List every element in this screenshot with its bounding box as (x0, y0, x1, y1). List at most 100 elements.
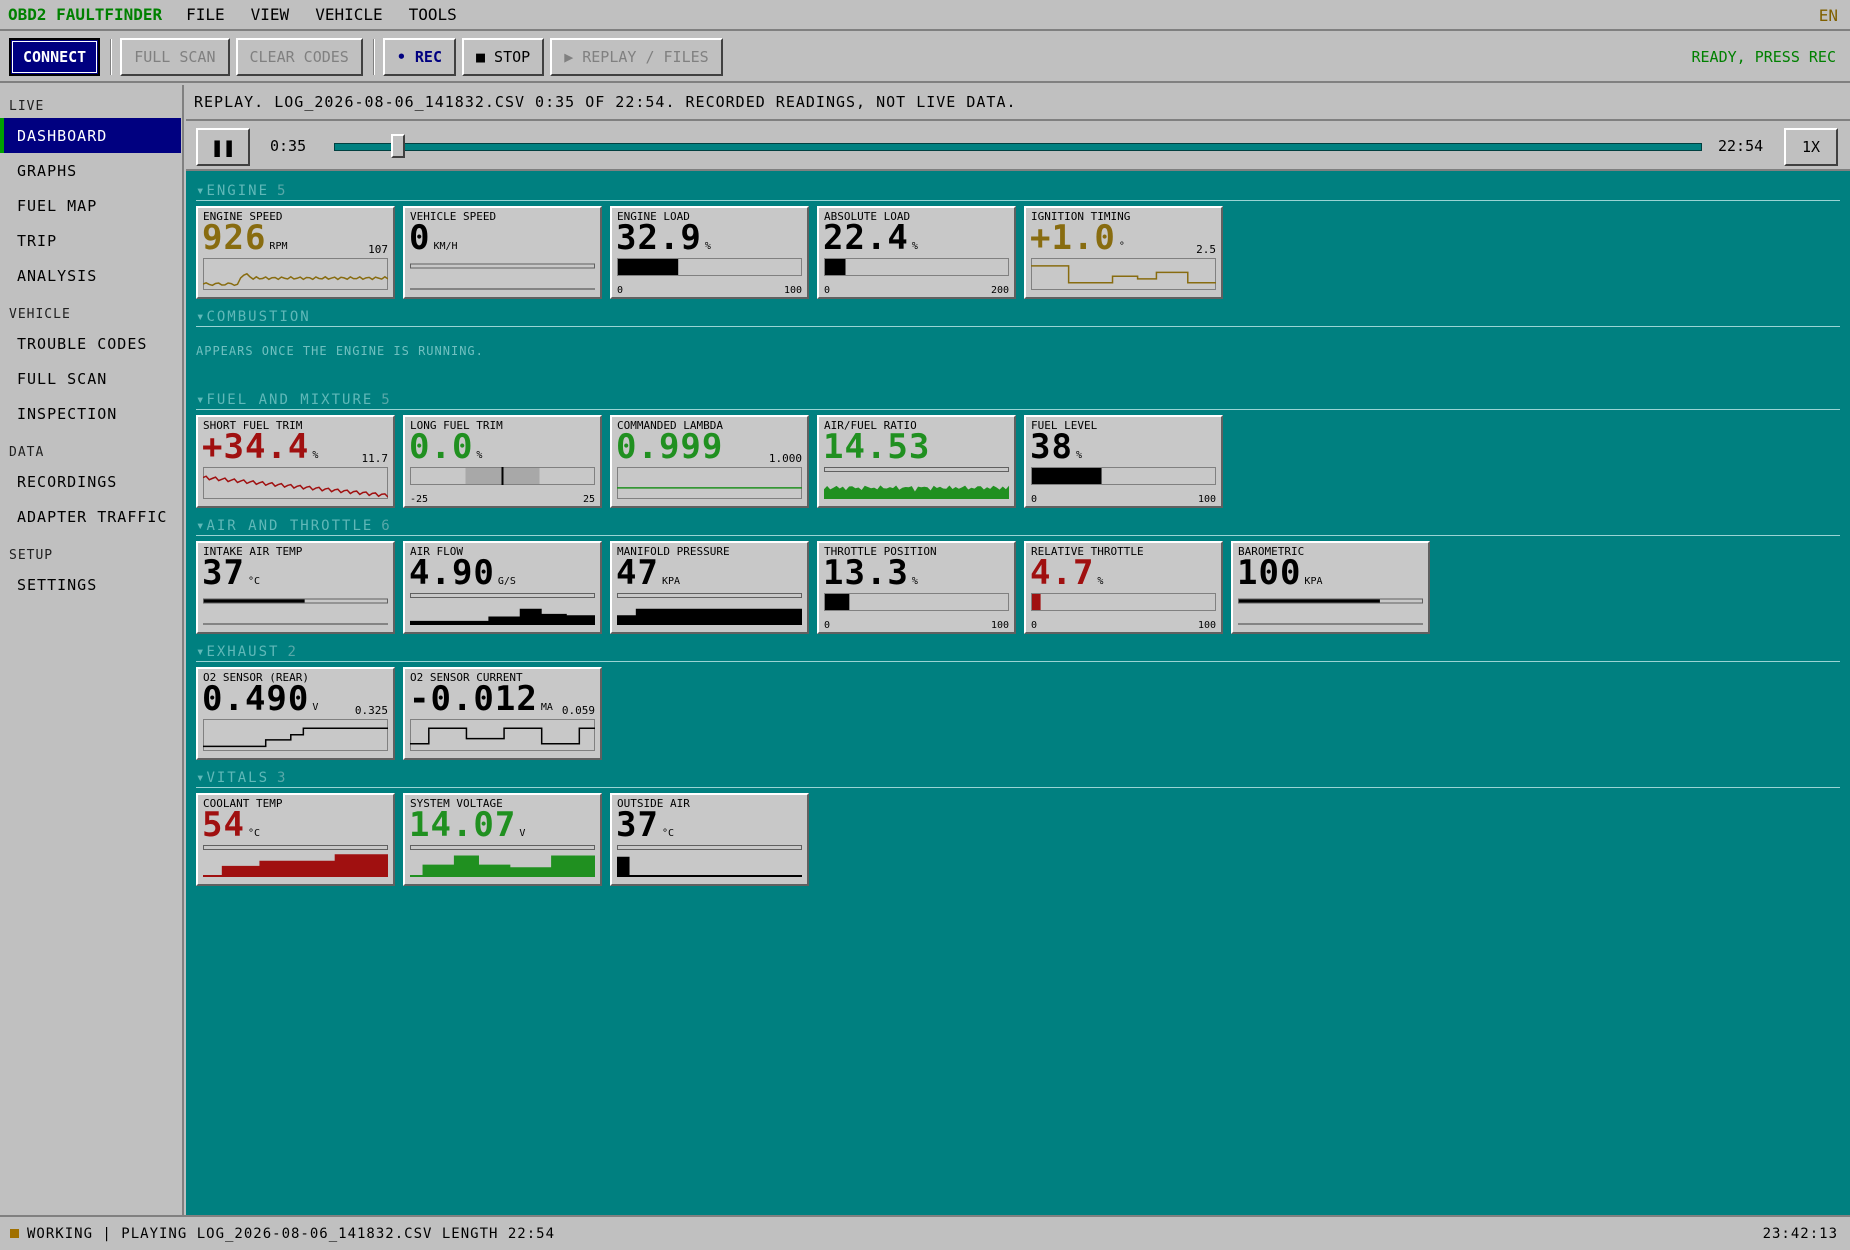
tile-number: 0.999 (616, 427, 724, 467)
sidebar-item-settings[interactable]: SETTINGS (0, 567, 182, 602)
tile-scale: 0 100 (1031, 620, 1216, 631)
group-header[interactable]: ▾ AIR AND THROTTLE 6 (196, 516, 1840, 536)
pause-button[interactable]: ❚❚ (196, 128, 250, 166)
tile-engine-load[interactable]: ENGINE LOAD 32.9% 0 100 (610, 206, 809, 299)
tile-graph (410, 719, 595, 751)
scale-max: 25 (582, 494, 595, 505)
tile-absolute-load[interactable]: ABSOLUTE LOAD 22.4% 0 200 (817, 206, 1016, 299)
replay-slider-thumb[interactable] (390, 134, 405, 158)
group-note: APPEARS ONCE THE ENGINE IS RUNNING. (196, 344, 484, 358)
sidebar-item-trip[interactable]: TRIP (0, 223, 182, 258)
collapse-arrow-icon[interactable]: ▾ (196, 183, 206, 199)
full-scan-button[interactable]: FULL SCAN (120, 38, 230, 76)
menu-view[interactable]: VIEW (251, 5, 290, 24)
replay-track[interactable] (334, 143, 1702, 151)
tile-reference: 2.5 (1196, 243, 1216, 256)
sidebar-item-full-scan[interactable]: FULL SCAN (0, 361, 182, 396)
tile-unit: KPA (1304, 576, 1323, 587)
group-header[interactable]: ▾ COMBUSTION (196, 307, 1840, 327)
sidebar-item-analysis[interactable]: ANALYSIS (0, 258, 182, 293)
tile-value: 47 KPA (616, 556, 680, 590)
sidebar-item-graphs[interactable]: GRAPHS (0, 153, 182, 188)
sidebar-item-recordings[interactable]: RECORDINGS (0, 464, 182, 499)
graph-line (410, 727, 595, 745)
tile-commanded-lambda[interactable]: COMMANDED LAMBDA 0.999 1.000 (610, 415, 809, 508)
tile-fuel-level[interactable]: FUEL LEVEL 38% 0 100 (1024, 415, 1223, 508)
tile-graph (203, 845, 388, 877)
sidebar-item-trouble-codes[interactable]: TROUBLE CODES (0, 326, 182, 361)
graph-frame (203, 258, 388, 290)
tile-unit: % (312, 450, 319, 461)
group-header[interactable]: ▾ ENGINE 5 (196, 181, 1840, 201)
tile-unit: G/S (497, 576, 516, 587)
toolbar-separator (372, 39, 375, 75)
tile-number: 0.490 (202, 679, 310, 719)
tile-manifold-pressure[interactable]: MANIFOLD PRESSURE 47 KPA (610, 541, 809, 634)
tile-air-flow[interactable]: AIR FLOW 4.90 G/S (403, 541, 602, 634)
tile-coolant-temp[interactable]: COOLANT TEMP 54 °C (196, 793, 395, 886)
tile-value: 37 °C (616, 808, 674, 842)
tile-value: 0 KM/H (409, 221, 458, 255)
tile-value: 13.3% (823, 556, 918, 590)
collapse-arrow-icon[interactable]: ▾ (196, 309, 206, 325)
tile-system-voltage[interactable]: SYSTEM VOLTAGE 14.07 V (403, 793, 602, 886)
collapse-arrow-icon[interactable]: ▾ (196, 644, 206, 660)
graph-frame (410, 719, 595, 751)
sidebar-item-adapter-traffic[interactable]: ADAPTER TRAFFIC (0, 499, 182, 534)
tile-air-fuel-ratio[interactable]: AIR/FUEL RATIO 14.53 (817, 415, 1016, 508)
tile-graph (410, 845, 595, 877)
gauge-fill (204, 599, 305, 603)
tile-o2-sensor-rear[interactable]: O2 SENSOR (REAR) 0.490 V 0.325 (196, 667, 395, 760)
tile-graph (203, 258, 388, 290)
tile-vehicle-speed[interactable]: VEHICLE SPEED 0 KM/H (403, 206, 602, 299)
replay-transport: ❚❚ 0:35 22:54 1X (186, 121, 1850, 171)
tile-intake-air-temp[interactable]: INTAKE AIR TEMP 37 °C (196, 541, 395, 634)
clear-codes-button[interactable]: CLEAR CODES (235, 38, 363, 76)
tile-engine-speed[interactable]: ENGINE SPEED 926 RPM 107 (196, 206, 395, 299)
tile-short-fuel-trim[interactable]: SHORT FUEL TRIM +34.4% 11.7 (196, 415, 395, 508)
group-vitals: ▾ VITALS 3 COOLANT TEMP 54 °C SYSTEM VOLTAGE 1… (196, 768, 1840, 888)
sidebar-item-dashboard[interactable]: DASHBOARD (0, 118, 181, 153)
rec-button[interactable]: • REC (382, 38, 456, 76)
tile-throttle-position[interactable]: THROTTLE POSITION 13.3% 0 100 (817, 541, 1016, 634)
tile-value: +34.4% (202, 430, 318, 464)
tile-o2-sensor-current[interactable]: O2 SENSOR CURRENT -0.012 MA 0.059 (403, 667, 602, 760)
tile-relative-throttle[interactable]: RELATIVE THROTTLE 4.7% 0 100 (1024, 541, 1223, 634)
tile-ignition-timing[interactable]: IGNITION TIMING +1.0 ° 2.5 (1024, 206, 1223, 299)
gauge-track (617, 593, 802, 598)
menu-vehicle[interactable]: VEHICLE (315, 5, 382, 24)
tile-number: 54 (202, 805, 245, 845)
tile-long-fuel-trim[interactable]: LONG FUEL TRIM 0.0% -25 25 (403, 415, 602, 508)
tile-unit: ° (1118, 241, 1125, 252)
tile-row: INTAKE AIR TEMP 37 °C AIR FLOW 4.90 G/S MANIFO… (196, 541, 1840, 636)
stop-button[interactable]: ■ STOP (462, 38, 545, 76)
sidebar-item-inspection[interactable]: INSPECTION (0, 396, 182, 431)
scale-min: 0 (1031, 494, 1038, 505)
collapse-arrow-icon[interactable]: ▾ (196, 392, 206, 408)
group-header[interactable]: ▾ FUEL AND MIXTURE 5 (196, 390, 1840, 410)
tile-graph (410, 593, 595, 625)
graph-area (824, 485, 1009, 499)
collapse-arrow-icon[interactable]: ▾ (196, 770, 206, 786)
group-header[interactable]: ▾ EXHAUST 2 (196, 642, 1840, 662)
collapse-arrow-icon[interactable]: ▾ (196, 518, 206, 534)
tile-outside-air[interactable]: OUTSIDE AIR 37 °C (610, 793, 809, 886)
group-header[interactable]: ▾ VITALS 3 (196, 768, 1840, 788)
tile-barometric[interactable]: BAROMETRIC 100 KPA (1231, 541, 1430, 634)
language-switch[interactable]: EN (1819, 6, 1838, 25)
group-count: 5 (381, 391, 392, 408)
tile-graph (203, 467, 388, 499)
speed-button[interactable]: 1X (1784, 128, 1838, 166)
menu-file[interactable]: FILE (186, 5, 225, 24)
tile-reference: 107 (368, 243, 388, 256)
tile-unit: % (704, 241, 711, 252)
connect-button[interactable]: CONNECT (9, 38, 101, 76)
sidebar-section-vehicle: VEHICLE (9, 307, 71, 322)
group-title: FUEL AND MIXTURE (206, 391, 374, 408)
tile-value: 22.4% (823, 221, 918, 255)
sidebar-item-fuel-map[interactable]: FUEL MAP (0, 188, 182, 223)
tile-value: 54 °C (202, 808, 260, 842)
replay-files-button[interactable]: ▶ REPLAY / FILES (550, 38, 723, 76)
menu-tools[interactable]: TOOLS (409, 5, 457, 24)
toolbar: CONNECT FULL SCAN CLEAR CODES • REC ■ ST… (0, 33, 1850, 83)
